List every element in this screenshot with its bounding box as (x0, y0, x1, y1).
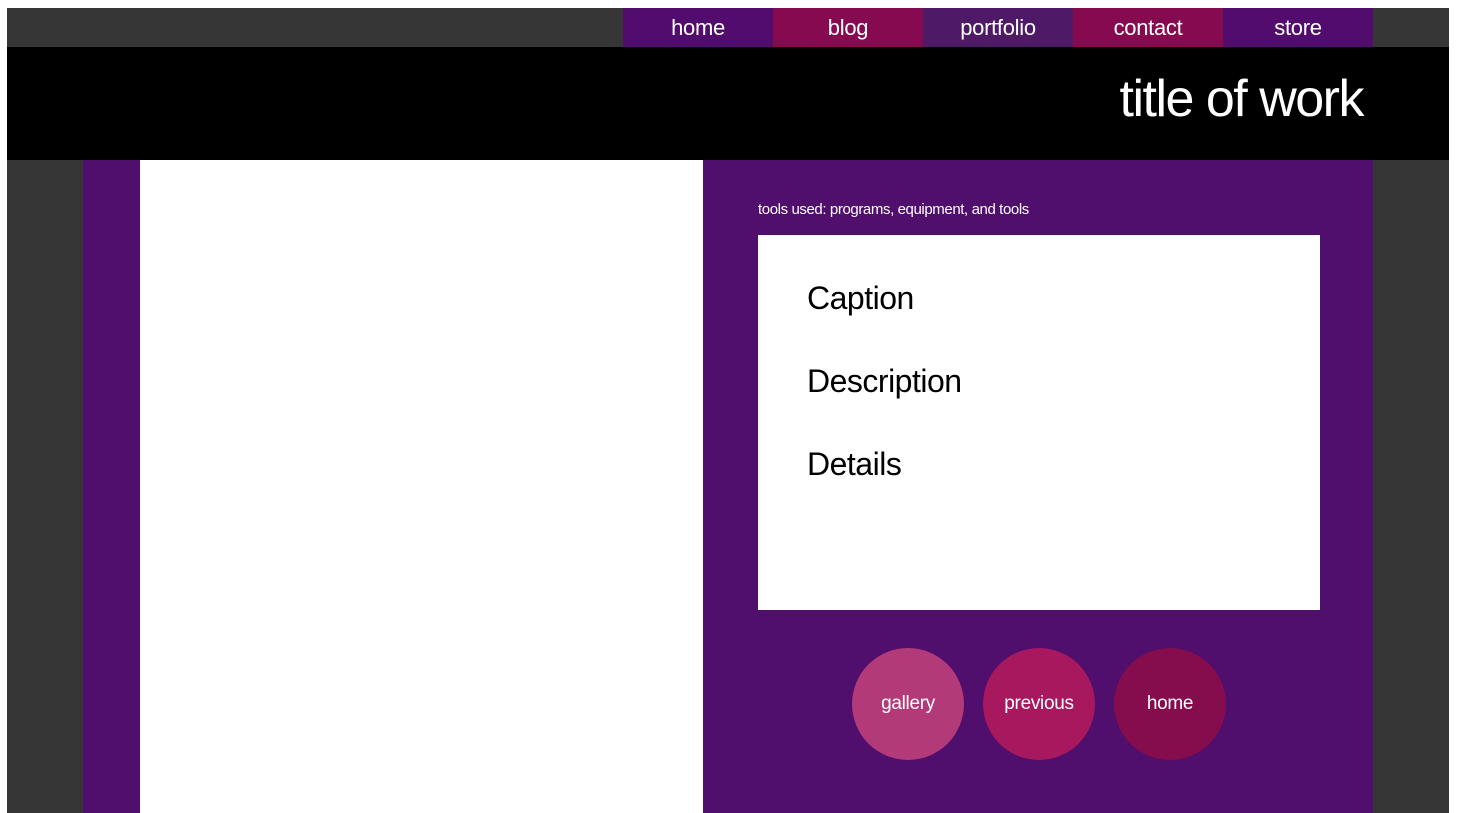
details-text: Details (807, 446, 902, 482)
page-frame: home blog portfolio contact store title … (7, 8, 1449, 813)
caption-text: Caption (807, 280, 914, 316)
gallery-button[interactable]: gallery (852, 648, 964, 760)
nav-portfolio-link[interactable]: portfolio (923, 8, 1073, 47)
info-card: Caption Description Details (758, 235, 1320, 610)
home-button[interactable]: home (1114, 648, 1226, 760)
artwork-image-placeholder (140, 160, 703, 813)
content-panel: tools used: programs, equipment, and too… (83, 160, 1373, 813)
top-navigation: home blog portfolio contact store (623, 8, 1373, 47)
nav-home-link[interactable]: home (623, 8, 773, 47)
nav-blog-link[interactable]: blog (773, 8, 923, 47)
previous-button[interactable]: previous (983, 648, 1095, 760)
tools-used-label: tools used: programs, equipment, and too… (758, 201, 1029, 218)
description-text: Description (807, 363, 962, 399)
nav-contact-link[interactable]: contact (1073, 8, 1223, 47)
nav-store-link[interactable]: store (1223, 8, 1373, 47)
page-title: title of work (1119, 70, 1365, 128)
header-bar: title of work (7, 47, 1449, 160)
